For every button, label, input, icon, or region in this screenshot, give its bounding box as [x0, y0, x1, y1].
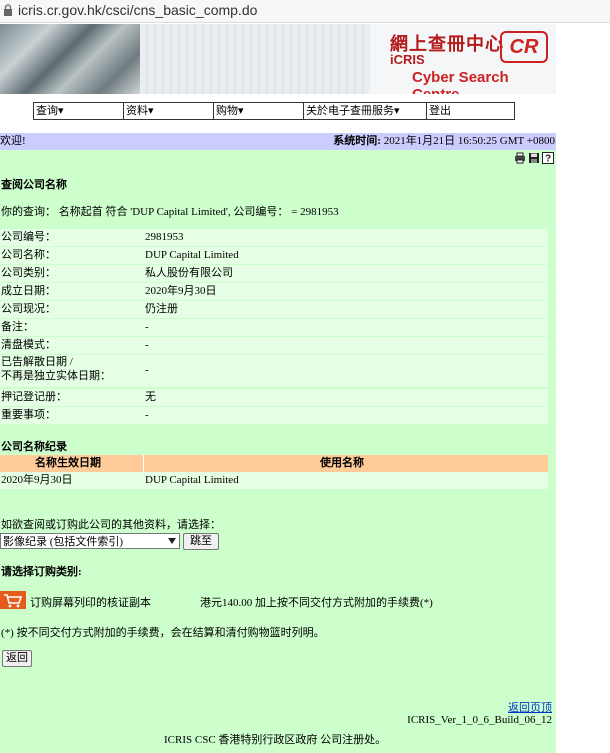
col-name-used: 使用名称	[320, 457, 364, 469]
field-value: -	[145, 409, 149, 421]
order-title: 请选择订购类别:	[1, 566, 82, 578]
menu-logout[interactable]: 登出	[427, 103, 509, 119]
menu-information[interactable]: 资料▾	[124, 103, 214, 119]
back-button[interactable]: 返回	[2, 650, 32, 667]
order-price: 港元140.00 加上按不同交付方式附加的手续费(*)	[200, 597, 433, 609]
field-label: 押记登记册：	[1, 391, 67, 403]
history-name: DUP Capital Limited	[145, 474, 239, 486]
chevron-down-icon	[168, 538, 176, 544]
history-date: 2020年9月30日	[1, 474, 73, 486]
banner-photo	[0, 24, 140, 94]
save-icon[interactable]	[528, 152, 540, 164]
field-value: -	[145, 339, 149, 351]
toolbar: ?	[514, 152, 554, 164]
info-type-select[interactable]: 影像纪录 (包括文件索引)	[0, 533, 180, 549]
field-label: 公司名称：	[1, 249, 56, 261]
field-label: 重要事项：	[1, 409, 56, 421]
field-label: 公司编号：	[1, 231, 56, 243]
field-label: 清盘模式：	[1, 339, 56, 351]
menu-shopping[interactable]: 购物▾	[214, 103, 304, 119]
detail-row: 公司现况： 仍注册	[0, 301, 548, 318]
field-label: 公司现况：	[1, 303, 56, 315]
svg-text:?: ?	[545, 154, 551, 165]
menu-search[interactable]: 查询▾	[34, 103, 124, 119]
query-summary: 你的查询： 名称起首 符合 'DUP Capital Limited', 公司编…	[1, 206, 339, 218]
more-info-prompt: 如欲查阅或订购此公司的其他资料，请选择：	[1, 519, 221, 531]
field-value: 无	[145, 391, 156, 403]
field-value: 私人股份有限公司	[145, 267, 233, 279]
name-history-header: 名称生效日期 使用名称	[0, 455, 548, 472]
table-row: 2020年9月30日 DUP Capital Limited	[0, 472, 548, 489]
detail-row: 清盘模式： -	[0, 337, 548, 354]
banner: 網上查冊中心 iCRIS Cyber Search Centre CR	[0, 24, 556, 94]
url-text: icris.cr.gov.hk/csci/cns_basic_comp.do	[18, 2, 258, 18]
logo-cyber-search-centre: Cyber Search Centre	[412, 69, 509, 94]
system-time-value: 2021年1月21日 16:50:25 GMT +0800	[383, 135, 555, 147]
field-label: 备注：	[1, 321, 34, 333]
help-icon[interactable]: ?	[542, 152, 554, 164]
col-effective-date: 名称生效日期	[35, 457, 101, 469]
detail-row: 公司类别： 私人股份有限公司	[0, 265, 548, 282]
back-to-top-link[interactable]: 返回页顶	[508, 699, 552, 715]
order-note: (*) 按不同交付方式附加的手续费，会在结算和清付购物篮时列明。	[1, 627, 325, 639]
system-time: 系统时间: 2021年1月21日 16:50:25 GMT +0800	[333, 133, 555, 150]
field-value: 仍注册	[145, 303, 178, 315]
page-title: 查阅公司名称	[1, 179, 67, 191]
detail-row: 押记登记册： 无	[0, 389, 548, 406]
field-value: 2020年9月30日	[145, 285, 217, 297]
detail-row: 已告解散日期 / 不再是独立实体日期： -	[0, 355, 548, 387]
lock-icon	[4, 4, 12, 16]
banner-pattern	[140, 24, 370, 94]
detail-row: 重要事项： -	[0, 407, 548, 424]
status-bar: 欢迎! 系统时间: 2021年1月21日 16:50:25 GMT +0800	[0, 133, 556, 150]
address-bar[interactable]: icris.cr.gov.hk/csci/cns_basic_comp.do	[0, 0, 610, 23]
detail-row: 成立日期： 2020年9月30日	[0, 283, 548, 300]
order-item[interactable]: 订购屏幕列印的核证副本	[30, 594, 151, 610]
field-label: 成立日期：	[1, 285, 56, 297]
main-panel: 欢迎! 系统时间: 2021年1月21日 16:50:25 GMT +0800 …	[0, 133, 556, 753]
name-history-title: 公司名称纪录	[1, 441, 67, 453]
cart-icon[interactable]	[0, 591, 26, 609]
detail-row: 公司编号： 2981953	[0, 229, 548, 246]
print-icon[interactable]	[514, 152, 526, 164]
field-label-line2: 不再是独立实体日期：	[1, 370, 111, 382]
field-label: 公司类别：	[1, 267, 56, 279]
version-text: ICRIS_Ver_1_0_6_Build_06_12	[407, 714, 552, 726]
welcome-text: 欢迎!	[0, 135, 26, 147]
detail-row: 公司名称： DUP Capital Limited	[0, 247, 548, 264]
system-time-label: 系统时间:	[333, 135, 381, 147]
field-value: -	[145, 321, 149, 333]
field-value: -	[145, 364, 149, 376]
footer-credit: ICRIS CSC 香港特别行政区政府 公司注册处。	[164, 734, 387, 746]
logo-icris: iCRIS	[390, 52, 425, 67]
menu-bar: 查询▾ 资料▾ 购物▾ 关於电子查冊服务▾ 登出	[33, 102, 515, 120]
field-value: 2981953	[145, 231, 184, 243]
menu-about-service[interactable]: 关於电子查冊服务▾	[304, 103, 427, 119]
detail-row: 备注： -	[0, 319, 548, 336]
field-value: DUP Capital Limited	[145, 249, 239, 261]
logo-cr: CR	[500, 31, 548, 63]
go-button[interactable]: 跳至	[183, 533, 219, 550]
select-value: 影像纪录 (包括文件索引)	[3, 536, 124, 548]
